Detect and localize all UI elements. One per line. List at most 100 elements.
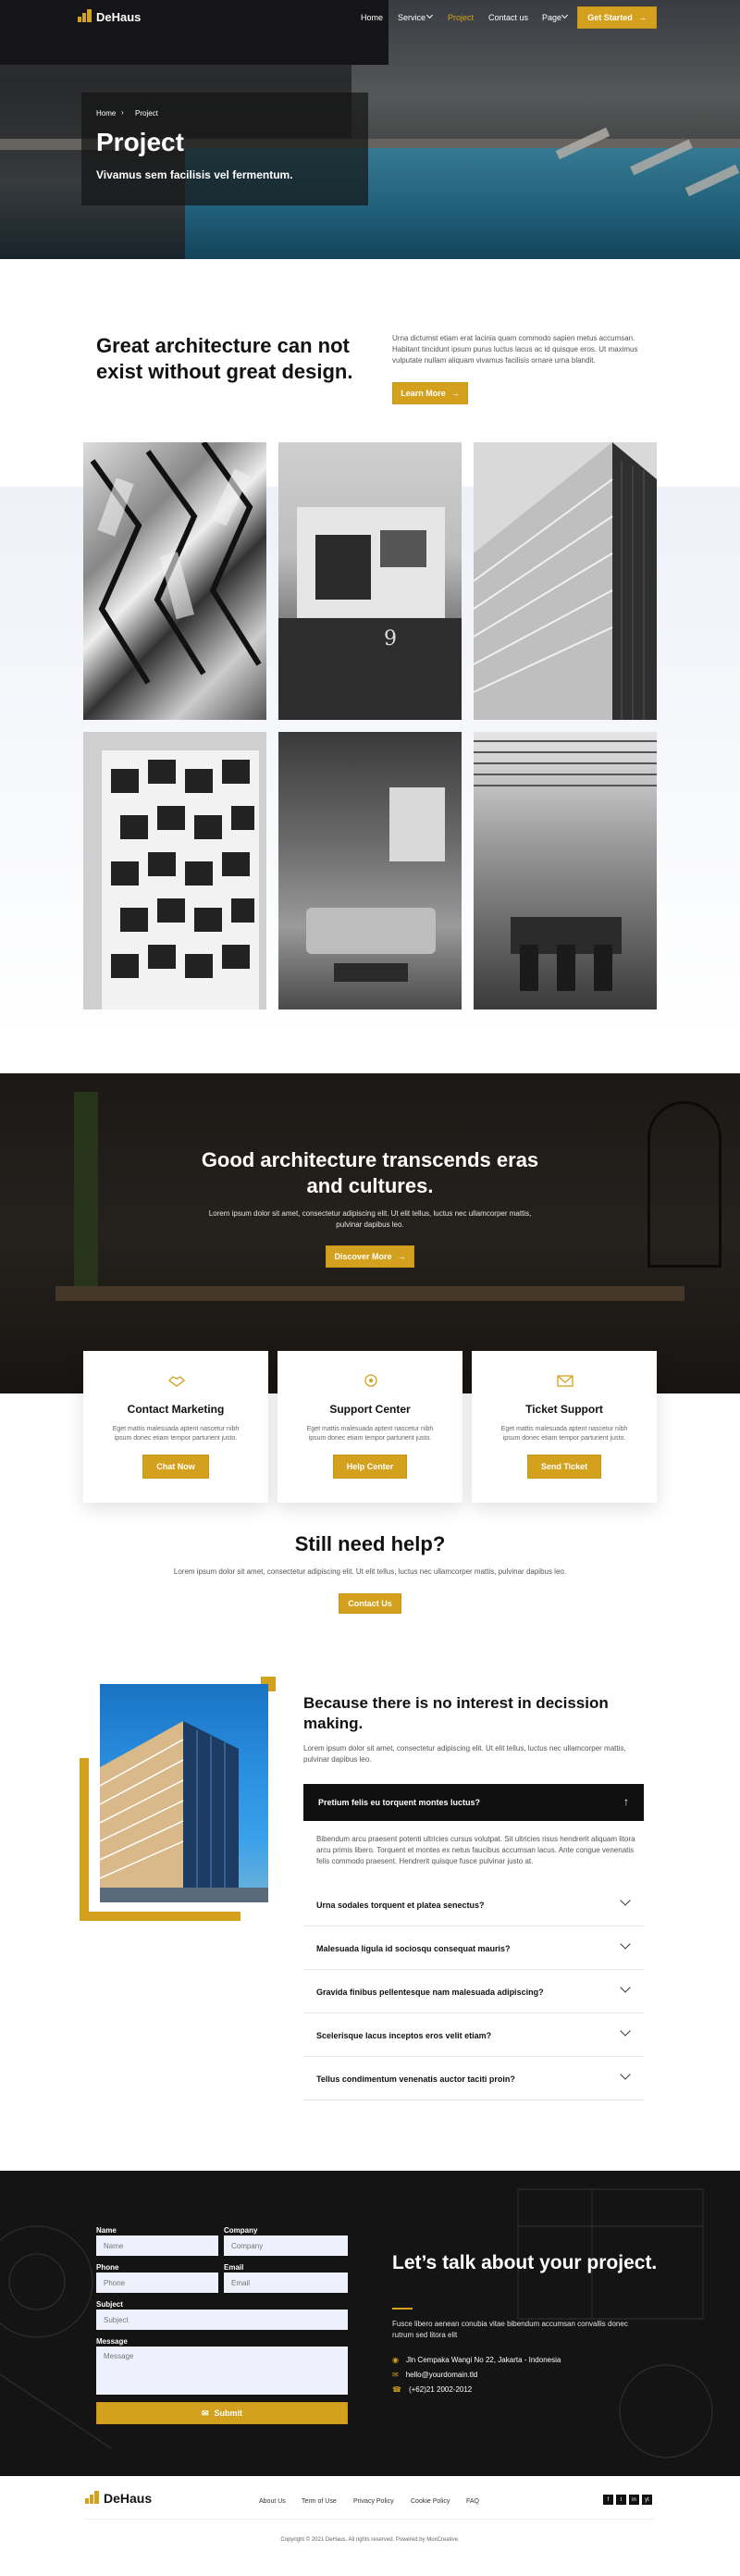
project-image[interactable]: 9 [278,442,462,720]
tower-facade [102,750,259,1009]
card-title: Support Center [329,1403,411,1416]
subject-label: Subject [96,2300,123,2309]
faq-item[interactable]: Scelerisque lacus inceptos eros velit et… [303,2014,644,2057]
project-image[interactable] [83,732,266,1009]
discover-more-label: Discover More [334,1252,392,1261]
faq-answer: Bibendum arcu praesent potenti ultricies… [316,1835,635,1865]
card-title: Contact Marketing [127,1403,225,1416]
breadcrumb-home[interactable]: Home [96,109,116,118]
card-text: Eget mattis malesuada aptent nascetur ni… [500,1426,628,1442]
learn-more-label: Learn More [401,389,446,398]
house-number: 9 [384,627,397,650]
faq-question: Pretium felis eu torquent montes luctus? [318,1798,481,1807]
contact-card: Contact Marketing Eget mattis malesuada … [83,1351,268,1503]
arrow-right-icon: → [397,1252,406,1261]
help-text: Lorem ipsum dolor sit amet, consectetur … [173,1567,567,1576]
footer-divider [85,2519,655,2520]
handshake-icon [168,1376,185,1387]
subject-field[interactable] [96,2310,348,2330]
chevron-down-icon [620,1938,631,1950]
logo-text: DeHaus [104,2491,153,2506]
footer-link-faq[interactable]: FAQ [466,2498,479,2505]
page-title: Project [96,128,184,156]
get-started-button[interactable]: Get Started → [577,6,657,29]
faq-item[interactable]: Tellus condimentum venenatis auctor taci… [303,2058,644,2100]
nav-page[interactable]: Page [542,13,561,22]
message-label: Message [96,2337,128,2346]
contact-us-button[interactable]: Contact Us [339,1593,401,1614]
envelope-icon [557,1375,574,1387]
youtube-icon[interactable]: yt [642,2495,652,2505]
logo[interactable]: DeHaus [78,7,161,28]
contact-title: Let’s talk about your project. [392,2252,658,2273]
email-label: Email [224,2263,244,2272]
submit-button[interactable]: ✉ Submit [96,2402,348,2424]
phone-field[interactable] [96,2273,218,2293]
cta-text: Lorem ipsum dolor sit amet, consectetur … [208,1209,532,1229]
contact-phone[interactable]: ☎ (+62)21 2002-2012 [392,2385,472,2394]
discover-more-button[interactable]: Discover More → [326,1245,414,1268]
facade-pattern [90,442,262,685]
faq-question: Scelerisque lacus inceptos eros velit et… [316,2031,492,2040]
faq-item-open[interactable]: Pretium felis eu torquent montes luctus?… [303,1784,644,1821]
phone-icon: ☎ [392,2385,401,2394]
nav-contact[interactable]: Contact us [488,13,528,22]
faq-question: Gravida finibus pellentesque nam malesua… [316,1988,544,1997]
linkedin-icon[interactable]: in [629,2495,639,2505]
nav-project[interactable]: Project [448,13,474,22]
window [389,787,445,861]
faq-item[interactable]: Malesuada ligula id sociosqu consequat m… [303,1927,644,1970]
twitter-icon[interactable]: t [616,2495,626,2505]
faq-item[interactable]: Gravida finibus pellentesque nam malesua… [303,1971,644,2013]
ceiling-slats [474,740,657,991]
cta-banner [0,1073,740,1393]
map-pin-icon: ◉ [392,2356,399,2364]
project-image[interactable] [474,732,657,1009]
learn-more-button[interactable]: Learn More → [392,382,468,404]
contact-text: Fusce libero aenean conubia vitae bibend… [392,2320,628,2339]
faq-item[interactable]: Urna sodales torquent et platea senectus… [303,1884,644,1926]
contact-email[interactable]: ✉ hello@yourdomain.tld [392,2371,477,2379]
faq-title: Because there is no interest in decissio… [303,1694,609,1732]
chevron-down-icon [620,1982,631,1993]
help-title: Still need help? [294,1532,446,1555]
chevron-down-icon [620,2069,631,2080]
intro-title: Great architecture can not exist without… [96,334,353,383]
footer-link-terms[interactable]: Term of Use [302,2498,337,2505]
chat-now-button[interactable]: Chat Now [142,1455,209,1479]
email-text: hello@yourdomain.tld [405,2371,478,2379]
facebook-icon[interactable]: f [603,2495,613,2505]
breadcrumb-current: Project [135,109,158,118]
project-image[interactable] [83,442,266,720]
contact-card: Support Center Eget mattis malesuada apt… [278,1351,462,1503]
send-ticket-button[interactable]: Send Ticket [527,1455,601,1479]
send-icon: ✉ [201,2408,209,2418]
faq-question: Urna sodales torquent et platea senectus… [316,1901,485,1910]
nav-service[interactable]: Service [398,13,426,22]
footer-link-about[interactable]: About Us [259,2498,286,2505]
name-field[interactable] [96,2235,218,2256]
chevron-down-icon [620,2025,631,2037]
address-text: Jln Cempaka Wangi No 22, Jakarta - Indon… [405,2356,561,2364]
breadcrumb-separator-icon: › [121,108,124,117]
project-image[interactable] [278,732,462,1009]
project-image[interactable] [474,442,657,720]
arrow-right-icon: → [450,389,460,398]
message-field[interactable] [96,2347,348,2395]
building-illustration [100,1721,268,1902]
faq-subtitle: Lorem ipsum dolor sit amet, consectetur … [303,1744,626,1764]
help-center-button[interactable]: Help Center [333,1455,407,1479]
get-started-label: Get Started [587,13,633,22]
phone-text: (+62)21 2002-2012 [408,2385,473,2394]
company-field[interactable] [224,2235,348,2256]
nav-home[interactable]: Home [361,13,383,22]
footer-logo[interactable]: DeHaus [85,2489,168,2509]
sofa [306,908,436,954]
footer-link-cookie[interactable]: Cookie Policy [411,2498,450,2505]
logo-icon [78,9,92,22]
intro-text: Urna dictumst etiam erat lacinia quam co… [392,334,638,365]
title-underline [392,2308,413,2310]
email-field[interactable] [224,2273,348,2293]
coffee-table [334,963,408,982]
footer-link-privacy[interactable]: Privacy Policy [353,2498,394,2505]
